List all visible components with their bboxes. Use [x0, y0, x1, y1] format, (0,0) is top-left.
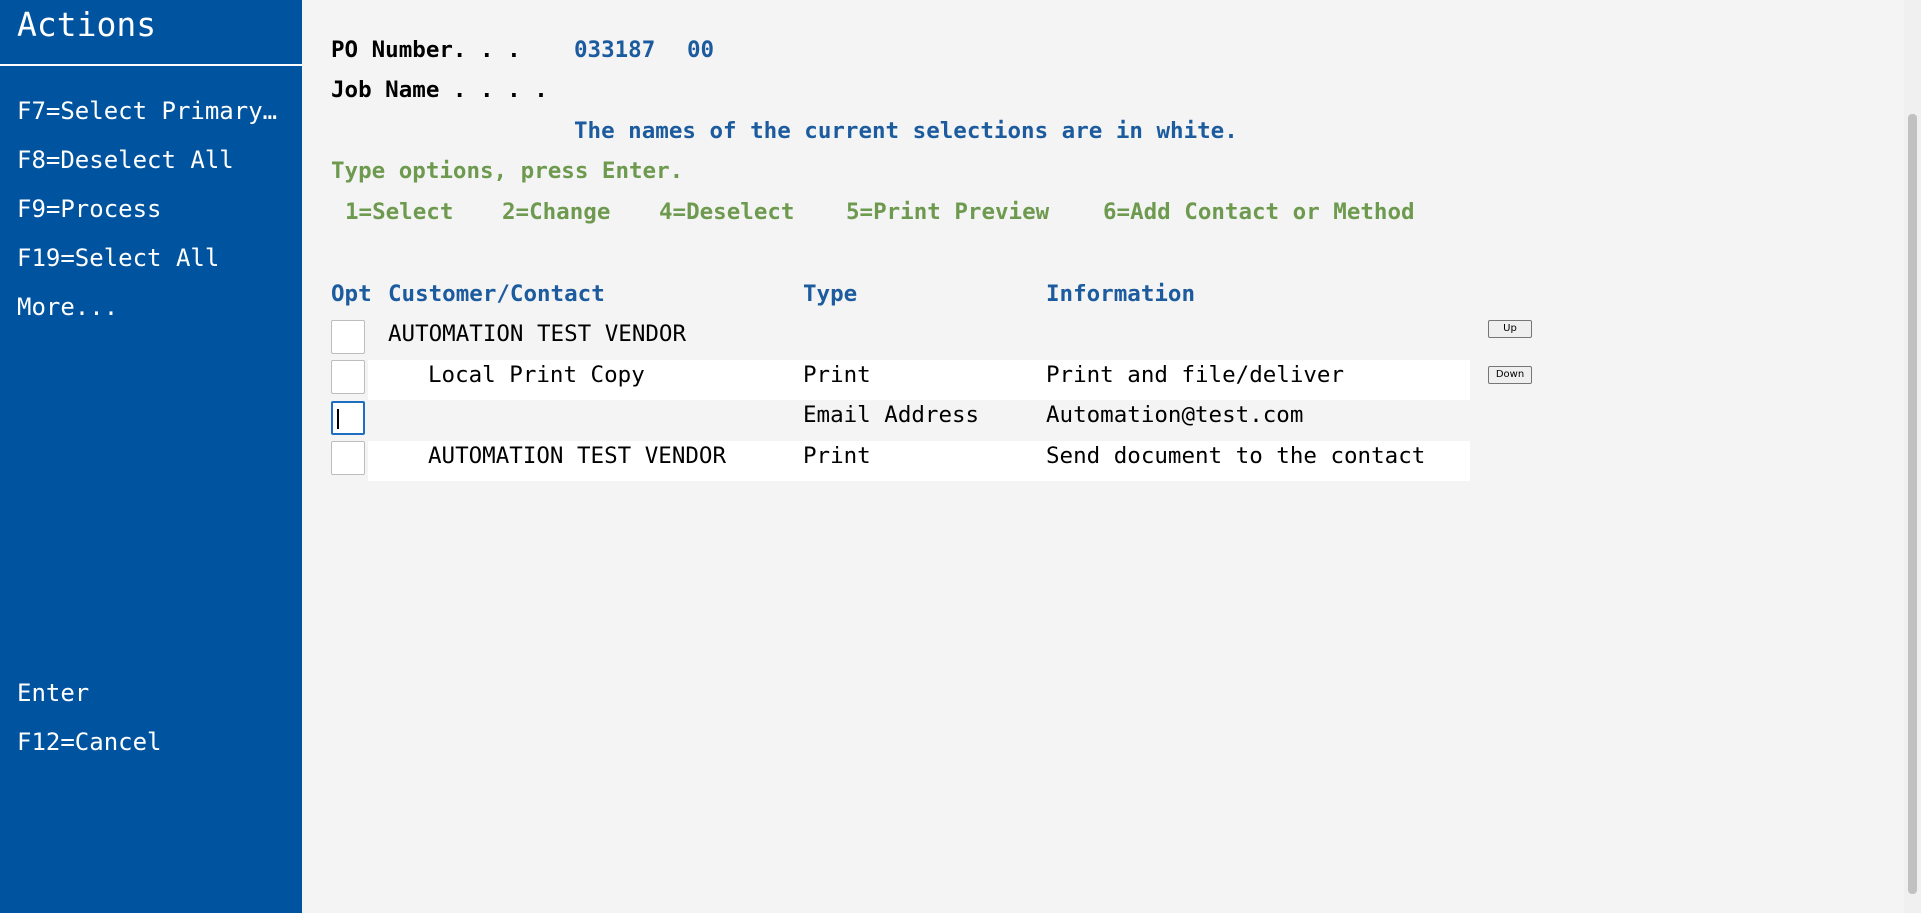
f9-process-action[interactable]: F9=Process: [17, 194, 285, 224]
option-select: 1=Select: [345, 199, 454, 225]
text-cursor: [337, 409, 339, 429]
option-print-preview: 5=Print Preview: [846, 199, 1050, 225]
sidebar-title: Actions: [17, 5, 157, 44]
more-actions[interactable]: More...: [17, 292, 285, 322]
f12-cancel-action[interactable]: F12=Cancel: [17, 727, 285, 757]
type-cell: Print: [803, 362, 871, 388]
col-header-type: Type: [803, 281, 858, 307]
actions-sidebar: Actions F7=Select Primary... F8=Deselect…: [0, 0, 302, 913]
page-down-button[interactable]: Down: [1488, 366, 1532, 384]
option-add-contact: 6=Add Contact or Method: [1103, 199, 1415, 225]
opt-input[interactable]: [331, 401, 365, 435]
customer-cell: Local Print Copy: [428, 362, 645, 388]
col-header-customer: Customer/Contact: [388, 281, 605, 307]
job-name-label: Job Name . . . .: [331, 77, 548, 103]
f8-deselect-all-action[interactable]: F8=Deselect All: [17, 145, 285, 175]
customer-cell: AUTOMATION TEST VENDOR: [388, 321, 687, 347]
information-cell: Print and file/deliver: [1046, 362, 1345, 388]
page-up-button[interactable]: Up: [1488, 320, 1532, 338]
information-cell: Send document to the contact: [1046, 443, 1426, 469]
vertical-scrollbar[interactable]: [1904, 0, 1921, 913]
customer-cell: AUTOMATION TEST VENDOR: [428, 443, 727, 469]
instructions-text: Type options, press Enter.: [331, 158, 684, 184]
selection-note: The names of the current selections are …: [574, 118, 1238, 144]
po-number-label: PO Number. . .: [331, 37, 521, 63]
opt-input[interactable]: [331, 320, 365, 354]
option-change: 2=Change: [502, 199, 611, 225]
sidebar-divider: [0, 64, 302, 66]
f19-select-all-action[interactable]: F19=Select All: [17, 243, 285, 273]
opt-input[interactable]: [331, 360, 365, 394]
f7-select-primary-action[interactable]: F7=Select Primary...: [17, 96, 285, 126]
col-header-opt: Opt: [331, 281, 372, 307]
main-content: PO Number. . . 033187 00 Job Name . . . …: [302, 0, 1904, 913]
scrollbar-thumb[interactable]: [1908, 114, 1917, 894]
option-deselect: 4=Deselect: [659, 199, 795, 225]
opt-input[interactable]: [331, 441, 365, 475]
table-row: AUTOMATION TEST VENDOR Print Send docume…: [368, 441, 1470, 481]
information-cell: Automation@test.com: [1046, 402, 1304, 428]
type-cell: Print: [803, 443, 871, 469]
col-header-information: Information: [1046, 281, 1196, 307]
enter-action[interactable]: Enter: [17, 678, 285, 708]
table-row: Local Print Copy Print Print and file/de…: [368, 360, 1470, 400]
po-suffix-value: 00: [687, 37, 715, 63]
po-number-value: 033187: [574, 37, 656, 63]
type-cell: Email Address: [803, 402, 980, 428]
